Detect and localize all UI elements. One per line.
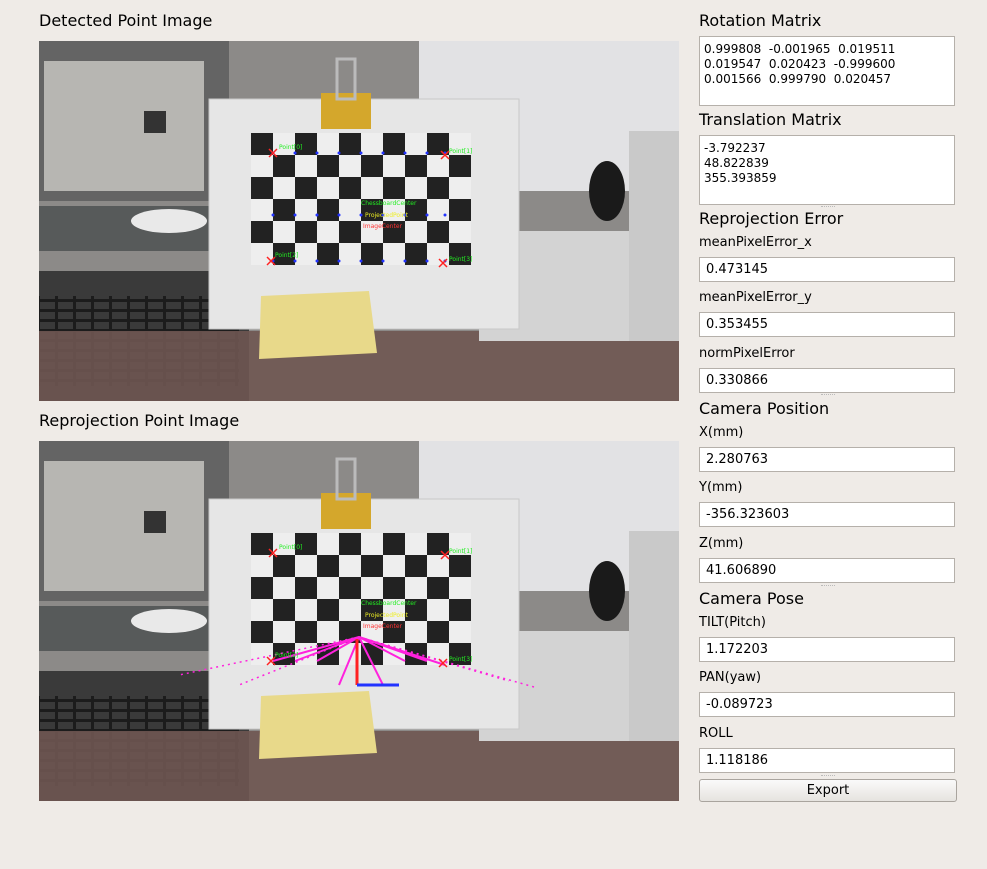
norm-pixel-error-field[interactable]: 0.330866 — [699, 368, 955, 393]
roll-field[interactable]: 1.118186 — [699, 748, 955, 773]
tilt-pitch-label: TILT(Pitch) — [699, 615, 766, 630]
image-center-label: ImageCenter — [363, 223, 403, 230]
export-button[interactable]: Export — [699, 779, 957, 802]
camera-position-title: Camera Position — [699, 399, 830, 418]
point-1-label: Point[1] — [449, 148, 472, 155]
x-mm-label: X(mm) — [699, 425, 744, 440]
point-0-label: Point[0] — [279, 144, 302, 151]
pan-yaw-label: PAN(yaw) — [699, 670, 762, 685]
roll-label: ROLL — [699, 726, 733, 741]
reprojection-image-title: Reprojection Point Image — [39, 411, 240, 430]
z-mm-label: Z(mm) — [699, 536, 744, 551]
y-mm-label: Y(mm) — [699, 480, 743, 495]
chessboard-center-label: ChessboardCenter — [361, 200, 417, 207]
translation-matrix-title: Translation Matrix — [699, 110, 842, 129]
mean-pixel-error-y-field[interactable]: 0.353455 — [699, 312, 955, 337]
splitter-handle[interactable] — [821, 775, 835, 778]
detected-point-image: Point[0] Point[1] Point[2] Point[3] Ches… — [39, 41, 679, 401]
norm-pixel-error-label: normPixelError — [699, 346, 795, 361]
pan-yaw-field[interactable]: -0.089723 — [699, 692, 955, 717]
x-mm-field[interactable]: 2.280763 — [699, 447, 955, 472]
translation-matrix-textarea[interactable]: -3.792237 48.822839 355.393859 — [699, 135, 955, 205]
camera-pose-title: Camera Pose — [699, 589, 804, 608]
chessboard-center-label: ChessboardCenter — [361, 600, 417, 607]
mean-pixel-error-y-label: meanPixelError_y — [699, 290, 812, 305]
mean-pixel-error-x-label: meanPixelError_x — [699, 235, 812, 250]
point-1-label: Point[1] — [449, 548, 472, 555]
rotation-matrix-title: Rotation Matrix — [699, 11, 822, 30]
splitter-handle[interactable] — [821, 206, 835, 209]
point-0-label: Point[0] — [279, 544, 302, 551]
image-center-label: ImageCenter — [363, 623, 403, 630]
point-3-label: Point[3] — [449, 256, 472, 263]
rotation-matrix-textarea[interactable]: 0.999808 -0.001965 0.019511 0.019547 0.0… — [699, 36, 955, 106]
reprojection-error-title: Reprojection Error — [699, 209, 844, 228]
tilt-pitch-field[interactable]: 1.172203 — [699, 637, 955, 662]
point-3-label: Point[3] — [449, 656, 472, 663]
z-mm-field[interactable]: 41.606890 — [699, 558, 955, 583]
projected-point-label: ProjectedPoint — [365, 212, 409, 219]
splitter-handle[interactable] — [821, 394, 835, 397]
reprojection-point-image: Point[0] Point[1] Point[2] Point[3] Ches… — [39, 441, 679, 801]
mean-pixel-error-x-field[interactable]: 0.473145 — [699, 257, 955, 282]
splitter-handle[interactable] — [821, 585, 835, 588]
point-2-label: Point[2] — [275, 652, 298, 659]
projected-point-label: ProjectedPoint — [365, 612, 409, 619]
y-mm-field[interactable]: -356.323603 — [699, 502, 955, 527]
detected-image-title: Detected Point Image — [39, 11, 213, 30]
point-2-label: Point[2] — [275, 252, 298, 259]
